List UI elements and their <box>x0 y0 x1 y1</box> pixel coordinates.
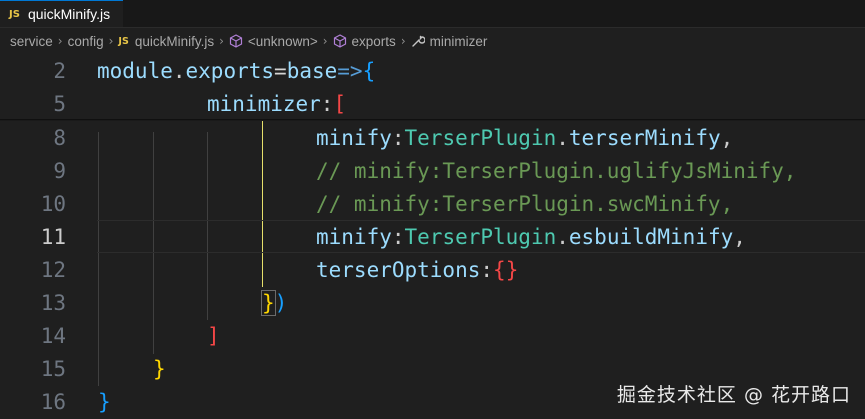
code-line: 8 minify:TerserPlugin.terserMinify, <box>0 121 865 154</box>
chevron-right-icon: › <box>57 34 63 48</box>
chevron-right-icon: › <box>219 34 224 48</box>
breadcrumb-item-unknown[interactable]: <unknown> <box>248 34 318 49</box>
code-line: 5 minimizer:[ <box>0 87 865 120</box>
tab-bar: JS quickMinify.js <box>0 0 865 28</box>
code-line: 12 terserOptions:{} <box>0 253 865 286</box>
code-comment: // minify:TerserPlugin.uglifyJsMinify, <box>316 158 797 183</box>
breadcrumb-item-file[interactable]: quickMinify.js <box>135 34 214 49</box>
watermark: 掘金技术社区 @ 花开路口 <box>616 384 851 406</box>
line-number: 14 <box>40 323 66 348</box>
chevron-right-icon: › <box>322 34 328 48</box>
breadcrumb: service › config › JS quickMinify.js › <… <box>0 28 865 54</box>
code-text: } <box>153 356 166 381</box>
code-line: 2 module.exports=base=>{ <box>0 54 865 87</box>
code-text: minify:TerserPlugin.terserMinify, <box>316 125 734 150</box>
code-text: }) <box>261 289 288 316</box>
code-editor[interactable]: 2 module.exports=base=>{ 5 minimizer:[ 8… <box>0 54 865 419</box>
js-file-icon: JS <box>9 8 20 20</box>
code-text: module.exports=base=>{ <box>97 58 376 83</box>
code-text: ] <box>207 323 220 348</box>
chevron-right-icon: › <box>400 34 406 48</box>
line-number: 13 <box>40 290 66 315</box>
breadcrumb-item-minimizer[interactable]: minimizer <box>430 34 488 49</box>
line-number: 8 <box>53 125 66 150</box>
js-file-icon: JS <box>118 35 129 47</box>
code-line: 10 // minify:TerserPlugin.swcMinify, <box>0 187 865 220</box>
line-number: 12 <box>40 257 66 282</box>
breadcrumb-item-exports[interactable]: exports <box>352 34 396 49</box>
code-text: minify:TerserPlugin.esbuildMinify, <box>316 224 746 249</box>
tab-label: quickMinify.js <box>27 6 111 22</box>
tab-quickminify[interactable]: JS quickMinify.js <box>0 0 123 27</box>
cube-icon <box>229 34 243 48</box>
line-number: 16 <box>40 389 66 414</box>
code-text: minimizer:[ <box>207 91 347 116</box>
cube-icon <box>333 34 347 48</box>
line-number: 11 <box>40 224 66 249</box>
line-number: 9 <box>53 158 66 183</box>
chevron-right-icon: › <box>108 34 114 48</box>
line-number: 5 <box>53 91 66 116</box>
breadcrumb-item-config[interactable]: config <box>68 34 104 49</box>
code-line: 13 }) <box>0 286 865 319</box>
line-number: 10 <box>40 191 66 216</box>
code-line-active: 11 minify:TerserPlugin.esbuildMinify, <box>0 220 865 253</box>
code-line: 9 // minify:TerserPlugin.uglifyJsMinify, <box>0 154 865 187</box>
line-number: 2 <box>53 58 66 83</box>
line-number: 15 <box>40 356 66 381</box>
code-comment: // minify:TerserPlugin.swcMinify, <box>316 191 734 216</box>
code-text: } <box>98 389 111 414</box>
code-text: terserOptions:{} <box>316 257 519 282</box>
wrench-icon <box>411 34 425 48</box>
breadcrumb-item-service[interactable]: service <box>10 34 53 49</box>
code-line: 14 ] <box>0 319 865 352</box>
